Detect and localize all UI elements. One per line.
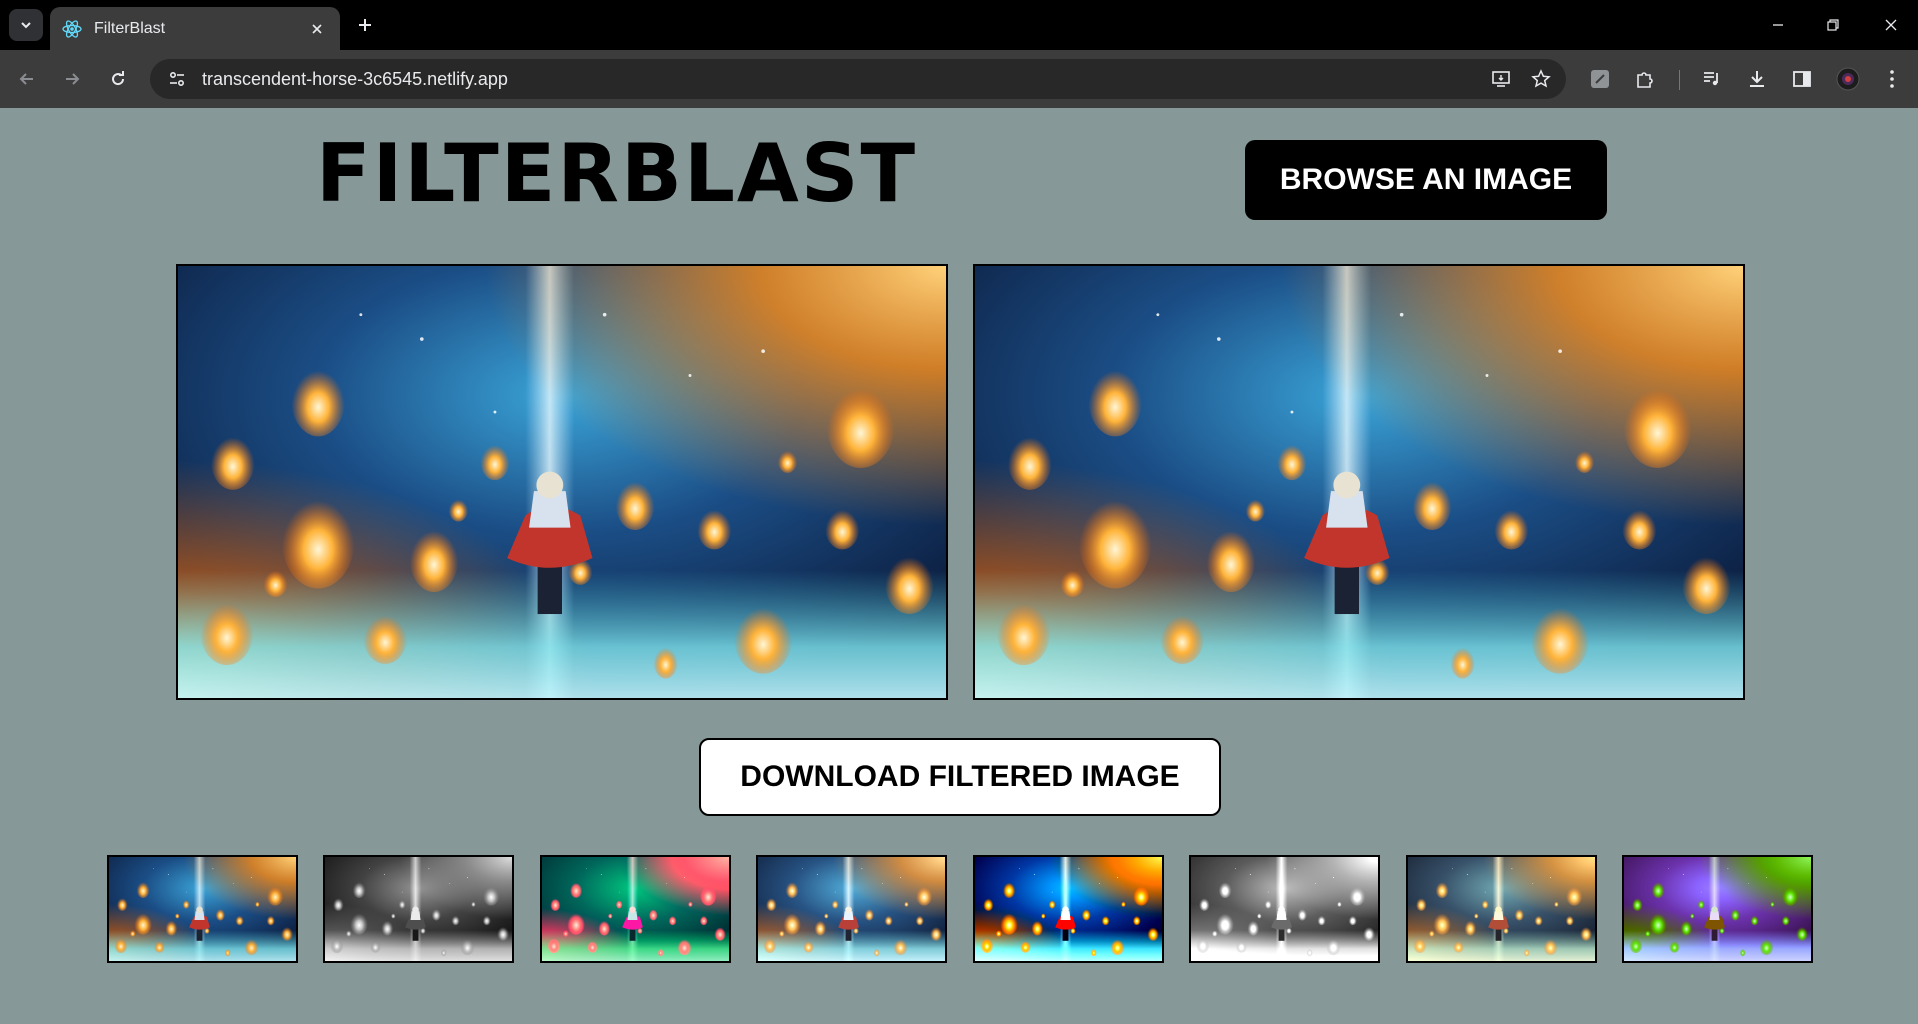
browser-tab-bar: FilterBlast <box>0 0 1918 50</box>
browser-menu-button[interactable] <box>1877 64 1907 94</box>
star-icon <box>1531 69 1551 88</box>
downloads-button[interactable] <box>1742 64 1772 94</box>
filter-preview-image <box>109 857 296 961</box>
tab-title: FilterBlast <box>94 19 166 37</box>
page-title: FILTERBLAST <box>316 127 918 220</box>
filter-preview-image <box>325 857 512 961</box>
react-icon <box>62 19 82 38</box>
new-tab-button[interactable] <box>352 12 378 38</box>
reload-button[interactable] <box>103 64 133 94</box>
filter-thumb-original[interactable] <box>107 855 298 963</box>
forward-button[interactable] <box>57 64 87 94</box>
filter-thumb-warm[interactable] <box>540 855 731 963</box>
filtered-image-preview <box>973 264 1745 700</box>
filtered-image <box>975 266 1743 698</box>
download-icon <box>1750 71 1764 87</box>
filter-preview-image <box>1191 857 1378 961</box>
original-image <box>178 266 946 698</box>
minimize-icon <box>1773 24 1783 26</box>
filter-thumb-sepia[interactable] <box>1406 855 1597 963</box>
arrow-left-icon <box>19 73 33 85</box>
filter-thumb-soft[interactable] <box>756 855 947 963</box>
puzzle-icon <box>1637 72 1653 88</box>
tab-close-button[interactable] <box>306 18 328 40</box>
filter-preview-image <box>758 857 945 961</box>
close-icon <box>1885 19 1897 31</box>
filter-thumb-purple[interactable] <box>1622 855 1813 963</box>
extension-logo-icon <box>1591 70 1609 88</box>
media-control-button[interactable] <box>1697 64 1727 94</box>
chevron-down-icon <box>21 22 31 29</box>
install-app-button[interactable] <box>1486 64 1516 94</box>
browser-toolbar: transcendent-horse-3c6545.netlify.app <box>0 50 1918 108</box>
toolbar-separator <box>1679 70 1680 90</box>
filter-thumb-grayscale[interactable] <box>323 855 514 963</box>
site-info-button[interactable] <box>164 66 190 92</box>
close-window-button[interactable] <box>1878 12 1904 38</box>
url-text: transcendent-horse-3c6545.netlify.app <box>202 68 508 89</box>
app-page: FILTERBLAST BROWSE AN IMAGE DOWNLOAD FIL… <box>0 108 1918 1024</box>
profile-button[interactable] <box>1833 64 1863 94</box>
back-button[interactable] <box>12 64 42 94</box>
extensions-menu-button[interactable] <box>1630 64 1660 94</box>
restore-icon <box>1827 19 1839 31</box>
filter-preview-image <box>1408 857 1595 961</box>
side-panel-icon <box>1793 71 1811 87</box>
plus-icon <box>359 19 371 31</box>
filter-preview-image <box>542 857 729 961</box>
reload-icon <box>112 71 125 86</box>
install-icon <box>1492 71 1510 87</box>
filter-thumb-bright-gray[interactable] <box>1189 855 1380 963</box>
filter-preview-image <box>975 857 1162 961</box>
avatar <box>1836 67 1860 91</box>
filter-thumb-contrast[interactable] <box>973 855 1164 963</box>
extension-button[interactable] <box>1585 64 1615 94</box>
original-image-preview <box>176 264 948 700</box>
queue-music-icon <box>1704 72 1718 86</box>
tune-icon <box>169 71 185 87</box>
browser-tab[interactable]: FilterBlast <box>50 7 340 50</box>
restore-button[interactable] <box>1820 12 1846 38</box>
filter-preview-image <box>1624 857 1811 961</box>
kebab-menu-icon <box>1890 70 1894 88</box>
side-panel-button[interactable] <box>1787 64 1817 94</box>
close-icon <box>312 23 322 34</box>
browse-image-button[interactable]: BROWSE AN IMAGE <box>1245 140 1607 220</box>
bookmark-button[interactable] <box>1526 64 1556 94</box>
address-bar[interactable]: transcendent-horse-3c6545.netlify.app <box>150 59 1566 99</box>
tab-search-button[interactable] <box>9 9 43 41</box>
download-filtered-button[interactable]: DOWNLOAD FILTERED IMAGE <box>699 738 1221 816</box>
arrow-right-icon <box>66 73 80 85</box>
minimize-button[interactable] <box>1765 12 1791 38</box>
